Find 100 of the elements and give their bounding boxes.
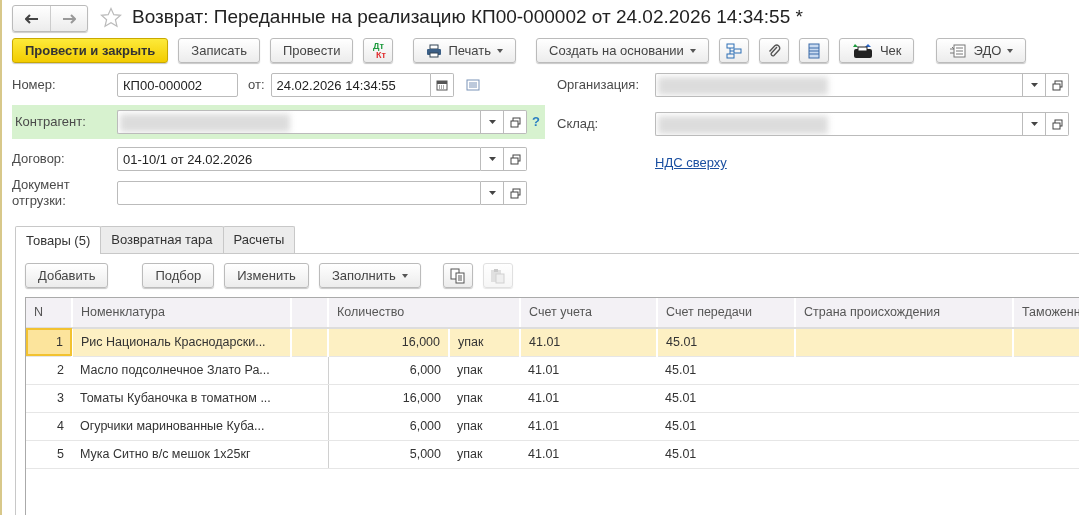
table-row[interactable]: 5 Мука Ситно в/с мешок 1х25кг 5,000 упак 41.01 45.01: [26, 440, 1079, 468]
table-cell: 4: [26, 412, 72, 440]
post-and-close-button[interactable]: Провести и закрыть: [12, 38, 169, 63]
list-button[interactable]: [798, 38, 829, 63]
calendar-button[interactable]: [430, 73, 454, 97]
dropdown-button[interactable]: [481, 147, 504, 171]
field-label: Склад:: [557, 115, 600, 134]
column-header[interactable]: Номенклатура: [72, 298, 291, 328]
calendar-icon: [435, 79, 448, 91]
table-cell: Огурчики маринованные Куба...: [72, 412, 291, 440]
table-cell: 5: [26, 440, 72, 468]
paste-icon: [489, 267, 506, 284]
date-field[interactable]: 24.02.2026 14:34:55: [270, 73, 431, 97]
field-label: Номер:: [12, 76, 57, 95]
create-based-on-button[interactable]: Создать на основании: [536, 38, 709, 63]
toolbar-button[interactable]: Записать: [178, 38, 260, 63]
table-cell: Масло подсолнечное Злато Ра...: [72, 356, 291, 384]
field-label: от:: [248, 76, 265, 95]
star-icon[interactable]: [100, 6, 122, 29]
table-cell: 41.01: [520, 412, 657, 440]
number-field[interactable]: КП00-000002: [117, 73, 238, 97]
forward-arrow-icon: [62, 13, 76, 24]
dropdown-button[interactable]: [1023, 73, 1046, 97]
dropdown-icon: [488, 120, 496, 124]
edo-button[interactable]: ЭДО: [936, 38, 1027, 63]
field-label: Договор:: [12, 150, 66, 169]
dropdown-button[interactable]: [1023, 112, 1046, 136]
table-cell: Рис Националь Краснодарски...: [72, 328, 291, 356]
tab[interactable]: Товары (5): [15, 226, 102, 254]
hierarchy-icon: [725, 42, 742, 59]
open-window-icon: [509, 153, 521, 165]
open-window-icon: [1051, 79, 1063, 91]
table-cell: 16,000: [328, 328, 449, 356]
table-row[interactable]: 2 Масло подсолнечное Злато Ра... 6,000 упак 41.01 45.01: [26, 356, 1079, 384]
copy-button[interactable]: [442, 263, 473, 288]
table-cell: 45.01: [657, 384, 795, 412]
table-cell: 16,000: [328, 384, 449, 412]
table-button[interactable]: Подбор: [142, 263, 215, 288]
table-row[interactable]: 4 Огурчики маринованные Куба... 6,000 упак 41.01 45.01: [26, 412, 1079, 440]
table-cell: Томаты Кубаночка в томатном ...: [72, 384, 291, 412]
receipt-printer-icon: [851, 42, 874, 59]
table-cell: 45.01: [657, 412, 795, 440]
dropdown-icon: [1030, 83, 1038, 87]
receipt-button[interactable]: Чек: [838, 38, 915, 63]
table-cell: 45.01: [657, 440, 795, 468]
table-cell: 45.01: [657, 328, 795, 356]
attach-button[interactable]: [758, 38, 789, 63]
table-cell: 41.01: [520, 328, 657, 356]
table-row[interactable]: 1 Рис Националь Краснодарски... 16,000 упак 41.01 45.01: [26, 328, 1079, 356]
open-window-icon: [1051, 118, 1063, 130]
tab[interactable]: Возвратная тара: [100, 226, 224, 253]
table-button[interactable]: Изменить: [224, 263, 309, 288]
table-cell: 2: [26, 356, 72, 384]
field-label: Организация:: [557, 76, 641, 95]
table-cell: 41.01: [520, 384, 657, 412]
table-cell: 5,000: [328, 440, 449, 468]
column-header[interactable]: N: [26, 298, 72, 328]
structure-button[interactable]: [718, 38, 749, 63]
toolbar-button[interactable]: Провести: [269, 38, 354, 63]
window-title: Возврат: Переданные на реализацию КП00-000002 от 24.02.2026 14:34:55 *: [132, 5, 803, 30]
table-cell: упак: [449, 412, 520, 440]
shipment-document-field[interactable]: [117, 181, 481, 205]
paperclip-icon: [766, 42, 781, 59]
dropdown-button[interactable]: [481, 181, 504, 205]
table-cell: упак: [449, 328, 520, 356]
table-cell: 1: [26, 328, 72, 356]
table-cell: Мука Ситно в/с мешок 1х25кг: [72, 440, 291, 468]
print-button[interactable]: Печать: [413, 38, 516, 63]
column-header[interactable]: Счет учета: [520, 298, 657, 328]
vat-link[interactable]: НДС сверху: [655, 153, 727, 173]
table-button[interactable]: Добавить: [25, 263, 109, 288]
table-row[interactable]: 3 Томаты Кубаночка в томатном ... 16,000 упак 41.01 45.01: [26, 384, 1079, 412]
table-cell: упак: [449, 356, 520, 384]
help-link[interactable]: ?: [532, 112, 540, 132]
table-cell: 45.01: [657, 356, 795, 384]
column-header[interactable]: Таможенн: [1013, 298, 1079, 328]
tab[interactable]: Расчеты: [222, 226, 296, 253]
column-header[interactable]: Страна происхождения: [795, 298, 1013, 328]
open-button[interactable]: [1046, 112, 1069, 136]
dropdown-button[interactable]: [481, 110, 504, 134]
table-cell: упак: [449, 384, 520, 412]
contract-field[interactable]: 01-10/1 от 24.02.2026: [117, 147, 481, 171]
fill-button[interactable]: Заполнить: [318, 263, 421, 288]
column-header[interactable]: Счет передачи: [657, 298, 795, 328]
debit-credit-button[interactable]: Дт Кт: [363, 38, 394, 63]
open-button[interactable]: [1046, 73, 1069, 97]
field-label: Контрагент:: [14, 113, 87, 132]
dropdown-icon: [488, 191, 496, 195]
open-button[interactable]: [504, 110, 527, 134]
open-window-icon: [509, 116, 521, 128]
open-button[interactable]: [504, 147, 527, 171]
table-cell: упак: [449, 440, 520, 468]
table-cell: 6,000: [328, 412, 449, 440]
open-window-icon: [509, 187, 521, 199]
column-header[interactable]: Количество: [328, 298, 520, 328]
document-lines-icon[interactable]: [465, 79, 480, 91]
field-label: Документ отгрузки:: [12, 177, 71, 209]
open-button[interactable]: [504, 181, 527, 205]
dropdown-icon: [1030, 122, 1038, 126]
table-cell: 41.01: [520, 440, 657, 468]
